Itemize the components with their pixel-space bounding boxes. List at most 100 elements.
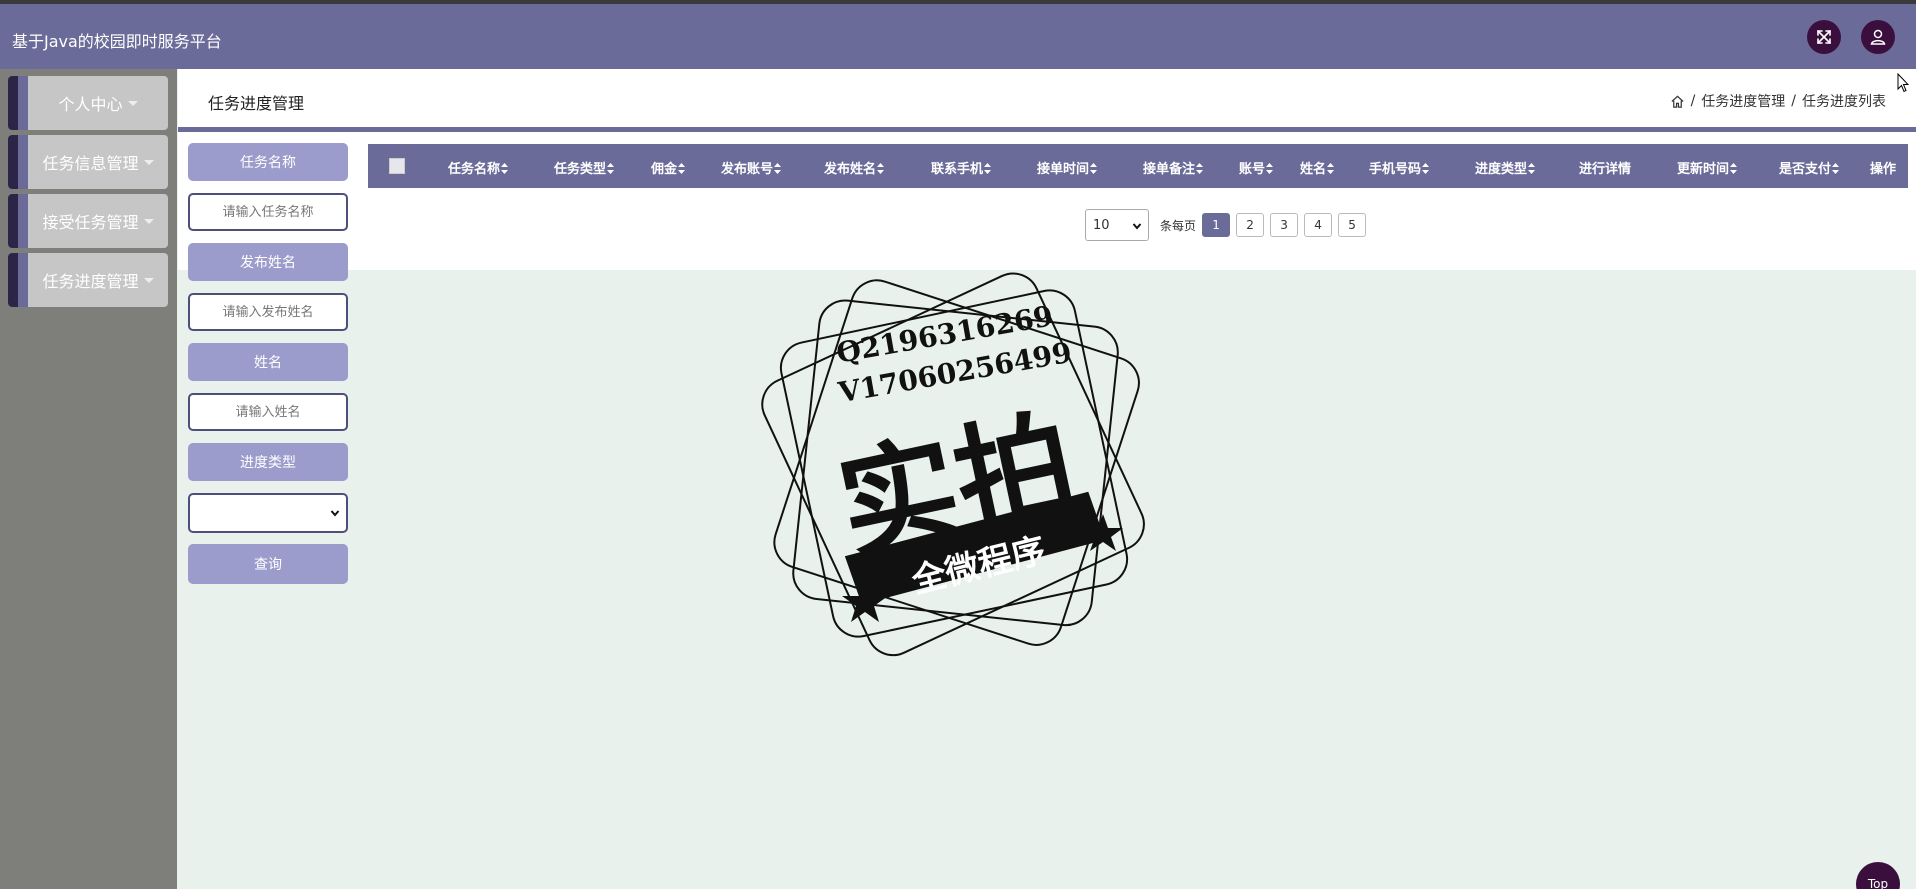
breadcrumb-level1[interactable]: 任务进度管理 xyxy=(1701,91,1785,111)
home-icon[interactable] xyxy=(1670,94,1685,109)
column-header-label: 发布姓名 xyxy=(823,162,877,177)
column-header-label: 手机号码 xyxy=(1368,162,1422,177)
sidebar-item-marker xyxy=(18,253,28,307)
page-button-3[interactable]: 3 xyxy=(1270,213,1299,237)
column-header[interactable]: 接单备注 xyxy=(1142,158,1204,177)
column-header-label: 接单时间 xyxy=(1036,162,1090,177)
sidebar-item-marker xyxy=(8,76,18,130)
content-header: 任务进度管理 / 任务进度管理 / 任务进度列表 xyxy=(178,69,1916,129)
caret-down-icon xyxy=(127,100,138,106)
page-button-2[interactable]: 2 xyxy=(1236,213,1265,237)
sort-icon xyxy=(774,163,782,174)
task-name-input[interactable] xyxy=(188,193,348,231)
sidebar-item-task-progress[interactable]: 任务进度管理 xyxy=(8,253,168,307)
page-size-select[interactable]: 10 xyxy=(1085,209,1149,241)
sort-icon xyxy=(1266,163,1274,174)
chevron-down-icon xyxy=(330,510,340,517)
column-header[interactable]: 手机号码 xyxy=(1368,158,1430,177)
sort-icon xyxy=(1196,163,1204,174)
sidebar-item-accepted-tasks[interactable]: 接受任务管理 xyxy=(8,194,168,248)
column-header-label: 发布账号 xyxy=(720,162,774,177)
progress-type-label: 进度类型 xyxy=(188,443,348,481)
select-all-checkbox[interactable] xyxy=(389,158,405,174)
sidebar-item-label: 接受任务管理 xyxy=(28,194,168,248)
column-header: 进行详情 xyxy=(1579,158,1631,177)
column-header[interactable]: 账号 xyxy=(1238,158,1274,177)
mouse-cursor-icon xyxy=(1897,73,1909,93)
column-header-label: 账号 xyxy=(1238,162,1266,177)
user-button[interactable] xyxy=(1861,20,1895,54)
column-header[interactable]: 发布姓名 xyxy=(823,158,885,177)
column-header-label: 是否支付 xyxy=(1778,162,1832,177)
user-icon xyxy=(1870,29,1886,45)
sidebar-item-marker xyxy=(18,76,28,130)
page-size-value: 10 xyxy=(1093,217,1110,233)
column-header-label: 接单备注 xyxy=(1142,162,1196,177)
column-header-label: 进度类型 xyxy=(1474,162,1528,177)
breadcrumb-level2: 任务进度列表 xyxy=(1802,94,1886,110)
caret-down-icon xyxy=(143,277,154,283)
sort-icon xyxy=(1422,163,1430,174)
pagination: 10 条每页 1 2 3 4 5 xyxy=(1085,209,1367,241)
column-header[interactable]: 接单时间 xyxy=(1036,158,1098,177)
column-header-label: 进行详情 xyxy=(1578,162,1632,177)
name-input[interactable] xyxy=(188,393,348,431)
sort-icon xyxy=(1528,163,1536,174)
sidebar-item-marker xyxy=(8,194,18,248)
page-button-5[interactable]: 5 xyxy=(1338,213,1367,237)
page-title: 任务进度管理 xyxy=(208,94,305,113)
app-title: 基于Java的校园即时服务平台 xyxy=(12,32,222,51)
sort-icon xyxy=(877,163,885,174)
table-header: 任务名称 任务类型 佣金 发布账号 发布姓名 联系手机 接单时间 接单备注 账号 姓名 手机号码 进度… xyxy=(368,144,1908,188)
sidebar-item-personal-center[interactable]: 个人中心 xyxy=(8,76,168,130)
column-header[interactable]: 姓名 xyxy=(1299,158,1335,177)
column-header-label: 联系手机 xyxy=(930,162,984,177)
sort-icon xyxy=(984,163,992,174)
sidebar-item-label: 个人中心 xyxy=(28,76,168,130)
sidebar: 个人中心 任务信息管理 接受任务管理 任务进度管理 xyxy=(0,69,177,889)
breadcrumb-separator: / xyxy=(1791,93,1796,109)
sort-icon xyxy=(1832,163,1840,174)
query-button[interactable]: 查询 xyxy=(188,544,348,584)
column-header[interactable]: 任务类型 xyxy=(553,158,615,177)
task-name-label: 任务名称 xyxy=(188,143,348,181)
column-header-label: 姓名 xyxy=(1299,162,1327,177)
column-header-label: 佣金 xyxy=(650,162,678,177)
fullscreen-button[interactable] xyxy=(1807,20,1841,54)
sort-icon xyxy=(607,163,615,174)
sidebar-item-label: 任务进度管理 xyxy=(28,253,168,307)
progress-type-select[interactable] xyxy=(188,493,348,533)
sidebar-item-label: 任务信息管理 xyxy=(28,135,168,189)
name-label: 姓名 xyxy=(188,343,348,381)
sidebar-item-marker xyxy=(8,253,18,307)
column-header[interactable]: 更新时间 xyxy=(1676,158,1738,177)
page-button-4[interactable]: 4 xyxy=(1304,213,1333,237)
column-header-label: 更新时间 xyxy=(1676,162,1730,177)
page-button-1[interactable]: 1 xyxy=(1202,213,1231,237)
sort-icon xyxy=(501,163,509,174)
publisher-name-input[interactable] xyxy=(188,293,348,331)
column-header[interactable]: 佣金 xyxy=(650,158,686,177)
column-header[interactable]: 发布账号 xyxy=(720,158,782,177)
sort-icon xyxy=(1730,163,1738,174)
watermark-stamp: Q2196316269 V17060256499 实拍 全微程序 xyxy=(745,258,1170,678)
sidebar-item-task-info[interactable]: 任务信息管理 xyxy=(8,135,168,189)
sort-icon xyxy=(1327,163,1335,174)
per-page-label: 条每页 xyxy=(1160,218,1197,233)
caret-down-icon xyxy=(143,218,154,224)
column-header[interactable]: 进度类型 xyxy=(1474,158,1536,177)
column-header[interactable]: 联系手机 xyxy=(930,158,992,177)
column-header-label: 任务类型 xyxy=(553,162,607,177)
fullscreen-icon xyxy=(1817,30,1831,44)
chevron-down-icon xyxy=(1132,223,1142,230)
column-header-label: 任务名称 xyxy=(447,162,501,177)
publisher-name-label: 发布姓名 xyxy=(188,243,348,281)
sidebar-item-marker xyxy=(18,194,28,248)
sort-icon xyxy=(1090,163,1098,174)
top-bar: 基于Java的校园即时服务平台 xyxy=(0,4,1916,69)
breadcrumb-separator: / xyxy=(1690,93,1696,109)
column-header[interactable]: 是否支付 xyxy=(1778,158,1840,177)
column-header[interactable]: 任务名称 xyxy=(447,158,509,177)
breadcrumb: / 任务进度管理 / 任务进度列表 xyxy=(1670,91,1886,111)
sidebar-item-marker xyxy=(8,135,18,189)
